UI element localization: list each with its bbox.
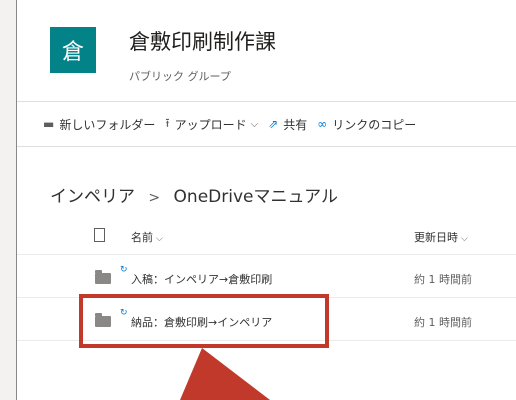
column-header-name[interactable]: 名前 ⌵ <box>131 229 163 245</box>
copy-link-button[interactable]: ∞ リンクのコピー <box>317 116 416 133</box>
new-folder-label: 新しいフォルダー <box>59 117 156 132</box>
group-header: 倉 倉敷印刷制作課 パブリック グループ <box>17 0 516 100</box>
column-header-modified[interactable]: 更新日時 ⌵ <box>414 229 468 245</box>
sync-icon: ↻ <box>120 308 128 318</box>
list-header: 名前 ⌵ 更新日時 ⌵ <box>17 218 516 255</box>
group-title[interactable]: 倉敷印刷制作課 <box>129 26 276 56</box>
folder-icon <box>95 313 111 327</box>
new-folder-button[interactable]: ▬ 新しいフォルダー <box>43 116 155 133</box>
chevron-down-icon: ⌵ <box>250 118 259 130</box>
group-avatar[interactable]: 倉 <box>50 27 96 73</box>
callout-arrow <box>180 348 270 400</box>
list-item[interactable]: ↻ 入稿：インペリア→倉敷印刷 約 1 時間前 <box>17 255 516 298</box>
list-item-name[interactable]: 入稿：インペリア→倉敷印刷 <box>131 271 272 287</box>
group-subtitle: パブリック グループ <box>129 70 231 83</box>
upload-label: アップロード <box>174 117 247 132</box>
list-item-name[interactable]: 納品：倉敷印刷→インペリア <box>131 314 272 330</box>
share-icon: ⇗ <box>268 117 279 131</box>
file-list: 名前 ⌵ 更新日時 ⌵ ↻ 入稿：インペリア→倉敷印刷 約 1 時間前 ↻ 納品：倉… <box>17 218 516 341</box>
breadcrumb: インペリア > OneDriveマニュアル <box>50 182 338 207</box>
breadcrumb-separator: > <box>148 190 161 206</box>
list-item-modified: 約 1 時間前 <box>414 273 472 286</box>
copy-link-label: リンクのコピー <box>332 117 417 132</box>
file-type-icon[interactable] <box>94 228 105 242</box>
share-label: 共有 <box>283 117 308 132</box>
command-bar: ▬ 新しいフォルダー ⭱ アップロード ⌵ ⇗ 共有 ∞ リンクのコピー <box>17 101 516 147</box>
list-item[interactable]: ↻ 納品：倉敷印刷→インペリア 約 1 時間前 <box>17 298 516 341</box>
column-name-label: 名前 <box>131 231 153 244</box>
chevron-down-icon: ⌵ <box>156 234 163 244</box>
folder-icon: ▬ <box>43 117 55 131</box>
link-icon: ∞ <box>317 117 328 131</box>
folder-icon <box>95 270 111 284</box>
upload-button[interactable]: ⭱ アップロード ⌵ <box>165 114 258 135</box>
sync-icon: ↻ <box>120 265 128 275</box>
upload-icon: ⭱ <box>165 115 170 130</box>
share-button[interactable]: ⇗ 共有 <box>268 116 307 133</box>
chevron-down-icon: ⌵ <box>461 234 468 244</box>
list-item-modified: 約 1 時間前 <box>414 316 472 329</box>
breadcrumb-parent[interactable]: インペリア <box>50 187 135 207</box>
column-modified-label: 更新日時 <box>414 231 458 244</box>
breadcrumb-current: OneDriveマニュアル <box>173 187 338 207</box>
